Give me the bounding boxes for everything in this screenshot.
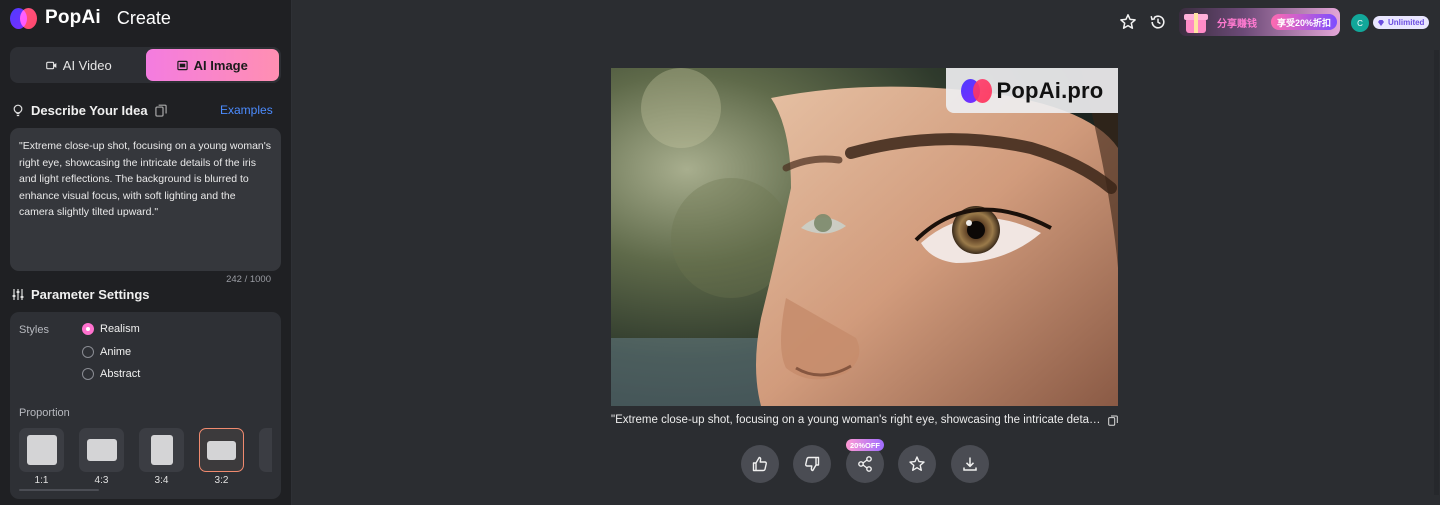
proportion-caption: 3:4 — [154, 475, 169, 486]
brand[interactable]: PopAi Create — [10, 7, 171, 29]
promo-discount-badge: 享受20%折扣 — [1271, 14, 1338, 30]
examples-link[interactable]: Examples — [220, 103, 273, 117]
proportion-scrollbar[interactable] — [19, 489, 99, 491]
app-root: PopAi Create AI Video AI Image Describe … — [0, 0, 1440, 505]
image-caption: "Extreme close-up shot, focusing on a yo… — [611, 414, 1118, 426]
thumbs-up-icon — [752, 456, 767, 472]
favorite-button[interactable] — [898, 445, 936, 483]
params-title-label: Parameter Settings — [31, 287, 150, 302]
tab-ai-video-label: AI Video — [62, 57, 112, 73]
copy-icon[interactable] — [154, 104, 167, 117]
brand-section: Create — [116, 7, 171, 28]
ratio-square-icon — [26, 435, 57, 465]
portrait-photo — [611, 68, 1118, 406]
proportion-caption: 3:2 — [214, 475, 229, 486]
proportion-3-4[interactable] — [139, 428, 184, 472]
proportion-1-1[interactable] — [19, 428, 64, 472]
styles-label: Styles — [19, 324, 49, 336]
share-icon — [858, 456, 872, 472]
radio-unchecked[interactable] — [82, 346, 94, 358]
download-icon — [963, 457, 977, 471]
style-option-label: Realism — [100, 323, 140, 335]
style-option-label: Anime — [100, 346, 132, 358]
describe-title-label: Describe Your Idea — [31, 103, 148, 118]
popai-logo-icon — [10, 7, 37, 29]
style-option-label: Abstract — [100, 368, 141, 380]
download-button[interactable] — [951, 445, 989, 483]
video-icon — [45, 61, 57, 69]
history-icon[interactable] — [1149, 13, 1167, 31]
mode-tabs: AI Video AI Image — [10, 47, 281, 83]
proportion-3-2[interactable] — [199, 428, 244, 472]
popai-logo-icon — [960, 78, 992, 103]
image-icon — [176, 60, 188, 70]
proportion-caption: 1:1 — [34, 475, 49, 486]
like-button[interactable] — [741, 445, 779, 483]
sidebar: PopAi Create AI Video AI Image Describe … — [0, 0, 292, 505]
star-icon[interactable] — [1119, 13, 1137, 31]
promo-text: 分享赚钱 — [1217, 18, 1257, 30]
param-panel: Styles Realism Anime Abstract Proportion… — [10, 312, 281, 499]
sliders-icon — [12, 289, 24, 300]
main-scrollbar[interactable] — [1434, 50, 1439, 495]
avatar[interactable]: C — [1351, 14, 1369, 32]
proportion-caption: 4:3 — [94, 475, 109, 486]
dislike-button[interactable] — [793, 445, 831, 483]
tab-ai-image[interactable]: AI Image — [145, 49, 279, 81]
radio-checked[interactable] — [82, 323, 94, 335]
copy-icon[interactable] — [1108, 415, 1118, 426]
star-icon — [909, 456, 925, 471]
gift-icon — [1181, 8, 1211, 36]
promo-banner[interactable]: 分享赚钱 享受20%折扣 — [1179, 8, 1340, 36]
watermark: PopAi.pro — [946, 68, 1118, 113]
plan-badge[interactable]: Unlimited — [1373, 16, 1430, 29]
style-option-realism[interactable]: Realism — [82, 323, 140, 335]
describe-title: Describe Your Idea — [12, 103, 167, 118]
params-title: Parameter Settings — [12, 287, 150, 302]
diamond-icon — [1378, 19, 1384, 26]
proportion-more[interactable] — [259, 428, 272, 472]
brand-name: PopAi — [45, 7, 101, 28]
ratio-wide-icon — [207, 440, 236, 460]
plan-label: Unlimited — [1388, 18, 1425, 27]
lightbulb-icon — [13, 104, 23, 117]
proportion-4-3[interactable] — [79, 428, 124, 472]
prompt-textarea[interactable]: "Extreme close-up shot, focusing on a yo… — [10, 128, 281, 271]
ratio-portrait-icon — [150, 435, 173, 465]
style-option-anime[interactable]: Anime — [82, 346, 131, 358]
share-discount-badge: 20%OFF — [846, 439, 885, 451]
ratio-landscape-icon — [86, 439, 117, 461]
watermark-text: PopAi.pro — [996, 77, 1104, 103]
tab-ai-image-label: AI Image — [193, 57, 248, 73]
proportion-label: Proportion — [19, 407, 70, 419]
generated-image[interactable]: PopAi.pro — [611, 68, 1118, 406]
style-option-abstract[interactable]: Abstract — [82, 368, 140, 380]
radio-unchecked[interactable] — [82, 368, 94, 380]
thumbs-down-icon — [805, 456, 820, 472]
tab-ai-video[interactable]: AI Video — [12, 49, 146, 81]
char-count: 242 / 1000 — [226, 274, 271, 285]
caption-text: "Extreme close-up shot, focusing on a yo… — [611, 414, 1103, 426]
